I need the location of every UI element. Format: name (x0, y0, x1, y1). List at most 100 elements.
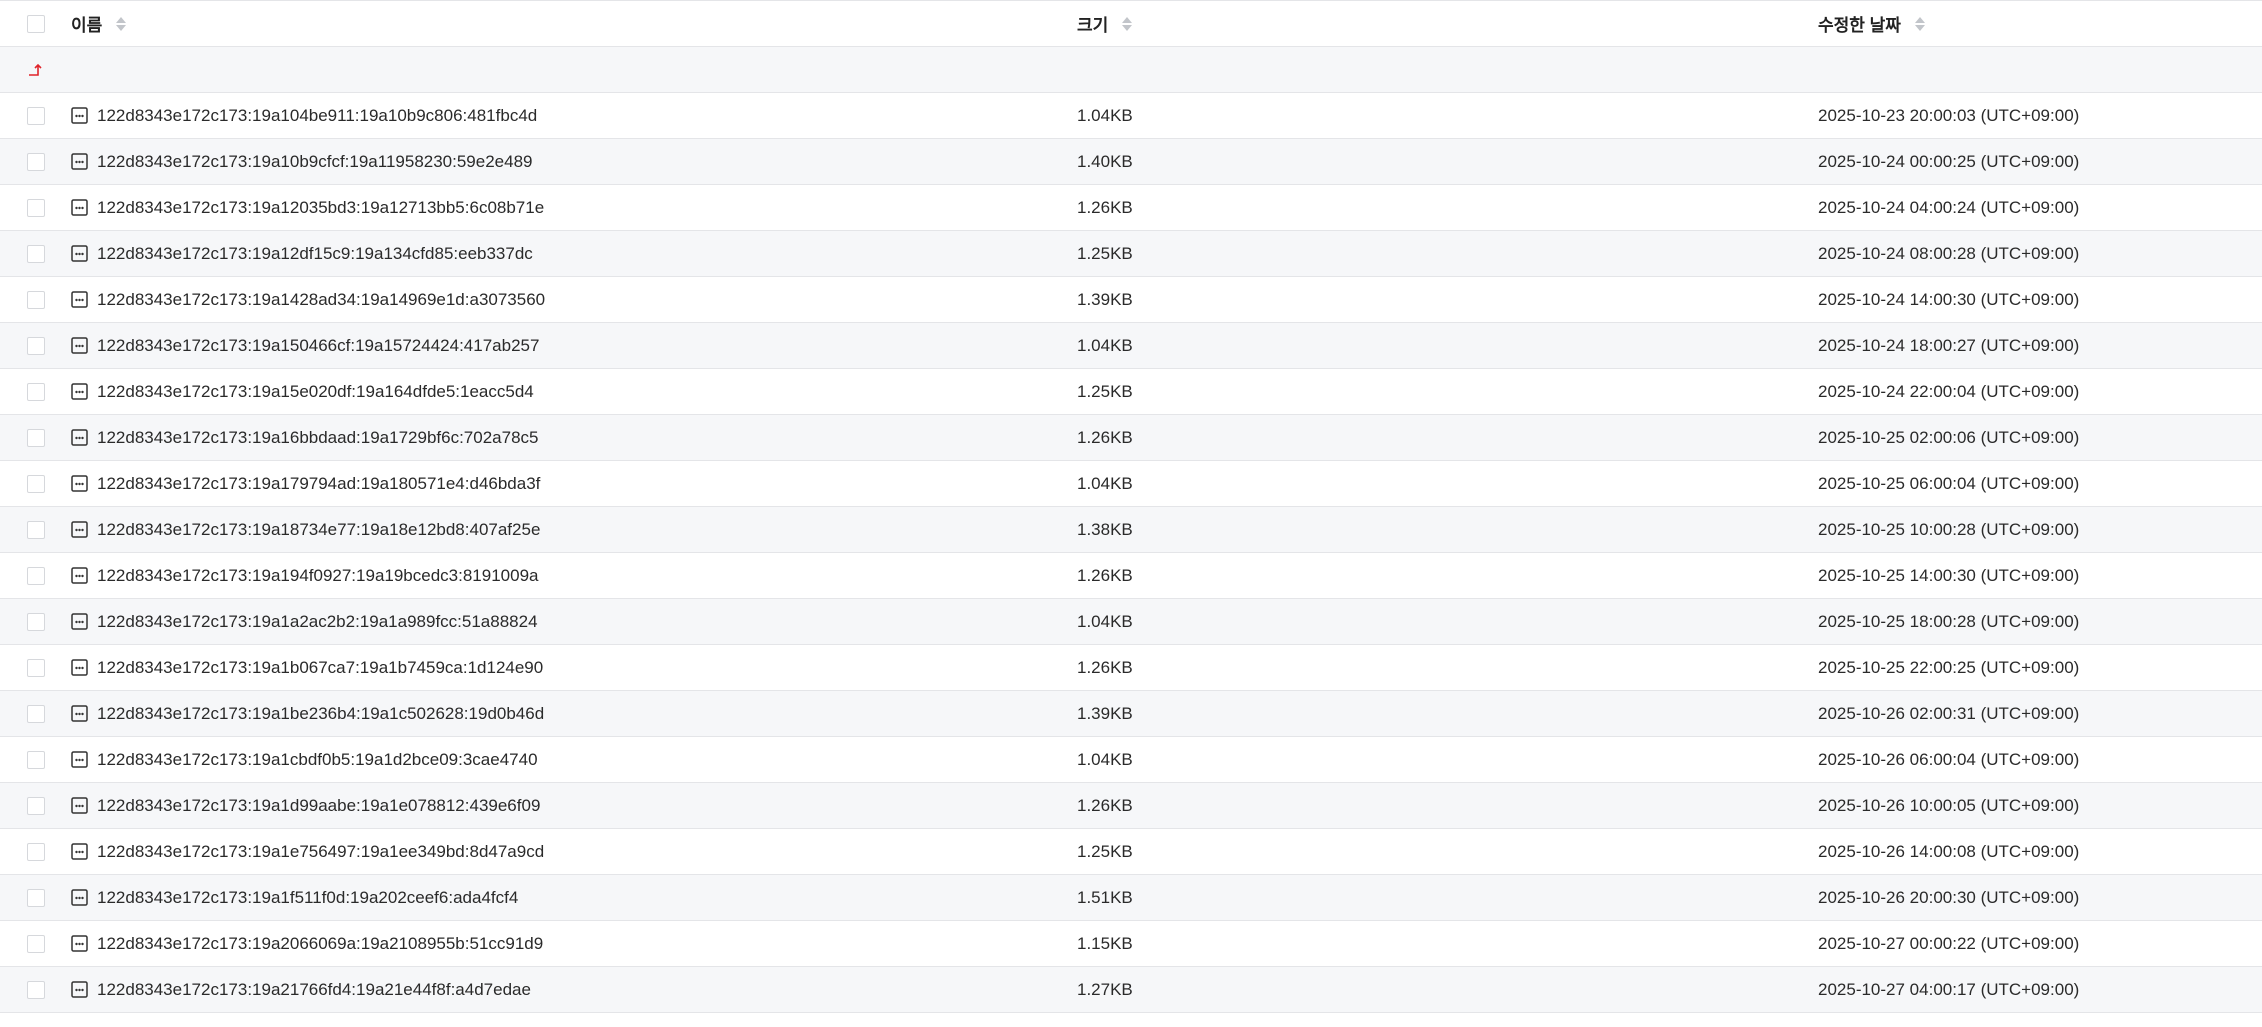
table-row[interactable]: 122d8343e172c173:19a179794ad:19a180571e4… (0, 461, 2262, 507)
name-cell[interactable]: 122d8343e172c173:19a1a2ac2b2:19a1a989fcc… (71, 612, 538, 632)
file-name[interactable]: 122d8343e172c173:19a15e020df:19a164dfde5… (97, 382, 534, 402)
table-row[interactable]: 122d8343e172c173:19a150466cf:19a15724424… (0, 323, 2262, 369)
sort-icon[interactable] (116, 16, 127, 31)
row-checkbox[interactable] (27, 336, 45, 355)
file-name[interactable]: 122d8343e172c173:19a2066069a:19a2108955b… (97, 934, 543, 954)
up-arrow-icon[interactable] (27, 62, 43, 78)
table-row[interactable]: 122d8343e172c173:19a1d99aabe:19a1e078812… (0, 783, 2262, 829)
file-name[interactable]: 122d8343e172c173:19a179794ad:19a180571e4… (97, 474, 540, 494)
file-name[interactable]: 122d8343e172c173:19a1a2ac2b2:19a1a989fcc… (97, 612, 538, 632)
name-cell[interactable]: 122d8343e172c173:19a179794ad:19a180571e4… (71, 474, 540, 494)
modified-column-header[interactable]: 수정한 날짜 (1818, 11, 1925, 36)
name-cell[interactable]: 122d8343e172c173:19a1e756497:19a1ee349bd… (71, 842, 544, 862)
table-row[interactable]: 122d8343e172c173:19a194f0927:19a19bcedc3… (0, 553, 2262, 599)
name-cell[interactable]: 122d8343e172c173:19a1d99aabe:19a1e078812… (71, 796, 540, 816)
file-modified-date: 2025-10-26 20:00:30 (UTC+09:00) (1818, 887, 2080, 907)
file-name[interactable]: 122d8343e172c173:19a18734e77:19a18e12bd8… (97, 520, 540, 540)
row-checkbox[interactable] (27, 842, 45, 861)
row-checkbox[interactable] (27, 980, 45, 999)
file-name[interactable]: 122d8343e172c173:19a1cbdf0b5:19a1d2bce09… (97, 750, 538, 770)
table-row[interactable]: 122d8343e172c173:19a21766fd4:19a21e44f8f… (0, 967, 2262, 1013)
select-all-checkbox[interactable] (27, 14, 45, 33)
row-checkbox[interactable] (27, 796, 45, 815)
file-name[interactable]: 122d8343e172c173:19a1b067ca7:19a1b7459ca… (97, 658, 543, 678)
name-cell[interactable]: 122d8343e172c173:19a18734e77:19a18e12bd8… (71, 520, 540, 540)
name-cell[interactable]: 122d8343e172c173:19a194f0927:19a19bcedc3… (71, 566, 539, 586)
table-row[interactable]: 122d8343e172c173:19a1e756497:19a1ee349bd… (0, 829, 2262, 875)
row-checkbox[interactable] (27, 106, 45, 125)
name-cell[interactable]: 122d8343e172c173:19a12df15c9:19a134cfd85… (71, 244, 533, 264)
name-cell[interactable]: 122d8343e172c173:19a2066069a:19a2108955b… (71, 934, 543, 954)
file-name[interactable]: 122d8343e172c173:19a104be911:19a10b9c806… (97, 106, 537, 126)
name-cell[interactable]: 122d8343e172c173:19a1f511f0d:19a202ceef6… (71, 888, 518, 908)
file-name[interactable]: 122d8343e172c173:19a16bbdaad:19a1729bf6c… (97, 428, 539, 448)
row-checkbox[interactable] (27, 198, 45, 217)
file-name[interactable]: 122d8343e172c173:19a194f0927:19a19bcedc3… (97, 566, 539, 586)
size-column-header[interactable]: 크기 (1077, 11, 1133, 36)
table-row[interactable]: 122d8343e172c173:19a16bbdaad:19a1729bf6c… (0, 415, 2262, 461)
file-name[interactable]: 122d8343e172c173:19a21766fd4:19a21e44f8f… (97, 980, 531, 1000)
name-cell[interactable]: 122d8343e172c173:19a150466cf:19a15724424… (71, 336, 539, 356)
sort-icon[interactable] (1914, 16, 1925, 31)
name-cell[interactable]: 122d8343e172c173:19a10b9cfcf:19a11958230… (71, 152, 533, 172)
name-cell[interactable]: 122d8343e172c173:19a1428ad34:19a14969e1d… (71, 290, 545, 310)
file-name[interactable]: 122d8343e172c173:19a12035bd3:19a12713bb5… (97, 198, 544, 218)
file-name[interactable]: 122d8343e172c173:19a1be236b4:19a1c502628… (97, 704, 544, 724)
row-checkbox[interactable] (27, 428, 45, 447)
table-row[interactable]: 122d8343e172c173:19a1be236b4:19a1c502628… (0, 691, 2262, 737)
table-row[interactable]: 122d8343e172c173:19a1a2ac2b2:19a1a989fcc… (0, 599, 2262, 645)
table-row[interactable]: 122d8343e172c173:19a18734e77:19a18e12bd8… (0, 507, 2262, 553)
table-row[interactable]: 122d8343e172c173:19a12df15c9:19a134cfd85… (0, 231, 2262, 277)
file-name[interactable]: 122d8343e172c173:19a10b9cfcf:19a11958230… (97, 152, 533, 172)
table-row[interactable]: 122d8343e172c173:19a15e020df:19a164dfde5… (0, 369, 2262, 415)
file-icon (71, 843, 88, 860)
row-checkbox[interactable] (27, 658, 45, 677)
table-row[interactable]: 122d8343e172c173:19a2066069a:19a2108955b… (0, 921, 2262, 967)
name-cell[interactable]: 122d8343e172c173:19a21766fd4:19a21e44f8f… (71, 980, 531, 1000)
file-name[interactable]: 122d8343e172c173:19a1428ad34:19a14969e1d… (97, 290, 545, 310)
table-row[interactable]: 122d8343e172c173:19a12035bd3:19a12713bb5… (0, 185, 2262, 231)
table-row[interactable]: 122d8343e172c173:19a104be911:19a10b9c806… (0, 93, 2262, 139)
file-name[interactable]: 122d8343e172c173:19a12df15c9:19a134cfd85… (97, 244, 533, 264)
row-checkbox[interactable] (27, 888, 45, 907)
name-cell[interactable]: 122d8343e172c173:19a1be236b4:19a1c502628… (71, 704, 544, 724)
file-icon (71, 797, 88, 814)
sort-icon[interactable] (1122, 16, 1133, 31)
table-row[interactable]: 122d8343e172c173:19a1b067ca7:19a1b7459ca… (0, 645, 2262, 691)
file-icon (71, 935, 88, 952)
table-row[interactable]: 122d8343e172c173:19a1cbdf0b5:19a1d2bce09… (0, 737, 2262, 783)
file-size: 1.25KB (1077, 243, 1133, 263)
row-checkbox[interactable] (27, 934, 45, 953)
row-checkbox[interactable] (27, 290, 45, 309)
file-modified-date: 2025-10-25 02:00:06 (UTC+09:00) (1818, 427, 2080, 447)
table-row[interactable]: 122d8343e172c173:19a1428ad34:19a14969e1d… (0, 277, 2262, 323)
table-header: 이름 크기 수정한 날짜 (0, 0, 2262, 47)
file-name[interactable]: 122d8343e172c173:19a150466cf:19a15724424… (97, 336, 539, 356)
row-checkbox[interactable] (27, 612, 45, 631)
row-checkbox[interactable] (27, 520, 45, 539)
row-checkbox[interactable] (27, 382, 45, 401)
row-checkbox[interactable] (27, 474, 45, 493)
file-name[interactable]: 122d8343e172c173:19a1f511f0d:19a202ceef6… (97, 888, 518, 908)
row-checkbox[interactable] (27, 704, 45, 723)
file-modified-date: 2025-10-24 18:00:27 (UTC+09:00) (1818, 335, 2080, 355)
name-cell[interactable]: 122d8343e172c173:19a1b067ca7:19a1b7459ca… (71, 658, 543, 678)
name-column-header[interactable]: 이름 (71, 11, 127, 36)
table-row[interactable]: 122d8343e172c173:19a1f511f0d:19a202ceef6… (0, 875, 2262, 921)
name-cell[interactable]: 122d8343e172c173:19a15e020df:19a164dfde5… (71, 382, 534, 402)
table-row[interactable]: 122d8343e172c173:19a10b9cfcf:19a11958230… (0, 139, 2262, 185)
file-name[interactable]: 122d8343e172c173:19a1d99aabe:19a1e078812… (97, 796, 540, 816)
row-checkbox[interactable] (27, 152, 45, 171)
file-size: 1.26KB (1077, 565, 1133, 585)
parent-folder-row[interactable] (0, 47, 2262, 93)
row-checkbox[interactable] (27, 244, 45, 263)
file-modified-date: 2025-10-25 18:00:28 (UTC+09:00) (1818, 611, 2080, 631)
name-cell[interactable]: 122d8343e172c173:19a1cbdf0b5:19a1d2bce09… (71, 750, 538, 770)
row-checkbox[interactable] (27, 750, 45, 769)
file-name[interactable]: 122d8343e172c173:19a1e756497:19a1ee349bd… (97, 842, 544, 862)
row-checkbox[interactable] (27, 566, 45, 585)
name-cell[interactable]: 122d8343e172c173:19a16bbdaad:19a1729bf6c… (71, 428, 539, 448)
file-modified-date: 2025-10-24 08:00:28 (UTC+09:00) (1818, 243, 2080, 263)
name-cell[interactable]: 122d8343e172c173:19a12035bd3:19a12713bb5… (71, 198, 544, 218)
name-cell[interactable]: 122d8343e172c173:19a104be911:19a10b9c806… (71, 106, 537, 126)
